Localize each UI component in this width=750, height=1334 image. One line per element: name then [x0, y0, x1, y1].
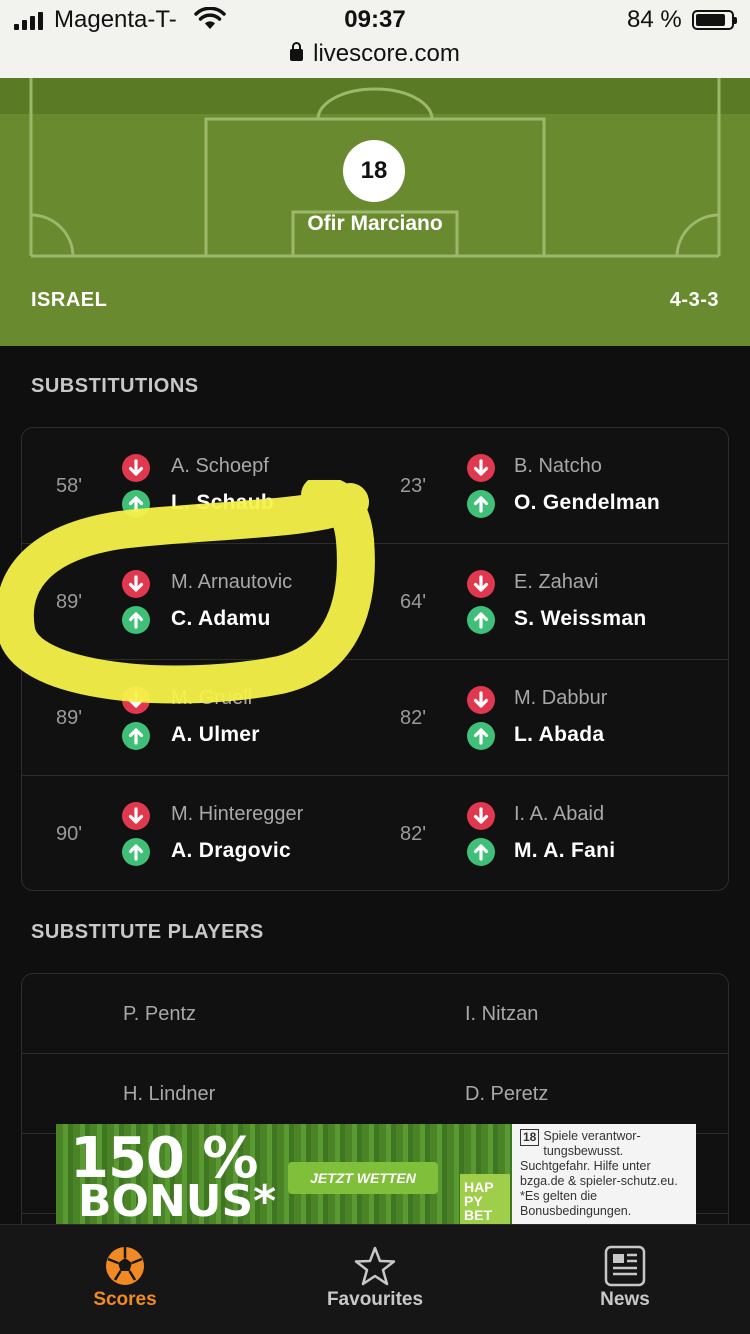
player-out-name: E. Zahavi: [514, 571, 599, 593]
substitution-minute: 89': [56, 707, 83, 729]
ad-disclaimer-text: Spiele verantwor-tungsbewusst. Suchtgefa…: [520, 1129, 678, 1218]
player-in-name: L. Schaub: [171, 491, 275, 514]
battery-percentage: 84 %: [627, 6, 682, 33]
formation: 4-3-3: [669, 289, 719, 311]
player-in-name: S. Weissman: [514, 607, 647, 630]
substitution-right[interactable]: 64' E. Zahavi S. Weissman: [376, 544, 728, 660]
player-out-name: B. Natcho: [514, 455, 602, 477]
sub-out-icon: [467, 686, 495, 714]
ad-logo: HAP PY BET: [460, 1174, 510, 1224]
sub-out-icon: [467, 570, 495, 598]
substitute-player-name[interactable]: I. Nitzan: [465, 1003, 538, 1026]
sub-in-icon: [467, 490, 495, 518]
team-name: ISRAEL: [31, 289, 108, 311]
player-out-name: M. Arnautovic: [171, 571, 293, 593]
player-in-name: A. Dragovic: [171, 839, 291, 862]
sub-in-icon: [122, 606, 150, 634]
substitution-left[interactable]: 89' M. Arnautovic C. Adamu: [22, 544, 376, 660]
goalkeeper-name[interactable]: Ofir Marciano: [0, 212, 750, 236]
news-icon: [604, 1245, 646, 1287]
lock-icon: [290, 42, 304, 61]
substitute-players-heading: SUBSTITUTE PLAYERS: [31, 921, 264, 943]
substitution-left[interactable]: 89' M. Gruell A. Ulmer: [22, 660, 376, 776]
substitution-minute: 82': [400, 707, 427, 729]
substitution-right[interactable]: 82' I. A. Abaid M. A. Fani: [376, 776, 728, 890]
substitution-minute: 58': [56, 475, 83, 497]
substitution-minute: 23': [400, 475, 427, 497]
tab-scores[interactable]: Scores: [0, 1225, 250, 1334]
sub-in-icon: [467, 838, 495, 866]
ad-bonus-word: BONUS*: [78, 1176, 277, 1224]
ad-banner[interactable]: 150 % BONUS* JETZT WETTEN HAP PY BET 18 S…: [56, 1124, 696, 1224]
substitution-right[interactable]: 23' B. Natcho O. Gendelman: [376, 428, 728, 544]
substitute-player-name[interactable]: P. Pentz: [123, 1003, 196, 1026]
sub-out-icon: [122, 570, 150, 598]
substitution-minute: 64': [400, 591, 427, 613]
substitution-row: 89' M. Arnautovic C. Adamu 64' E. Zahavi S. W…: [22, 544, 728, 660]
url-text: livescore.com: [313, 40, 460, 67]
player-in-name: C. Adamu: [171, 607, 271, 630]
tab-scores-label: Scores: [93, 1289, 157, 1310]
substitute-row: P. Pentz I. Nitzan: [22, 974, 728, 1054]
substitute-player-name[interactable]: D. Peretz: [465, 1083, 548, 1106]
sub-out-icon: [467, 454, 495, 482]
tab-favourites-label: Favourites: [326, 1289, 424, 1310]
address-bar[interactable]: livescore.com: [0, 40, 750, 68]
sub-out-icon: [122, 686, 150, 714]
substitutions-heading: SUBSTITUTIONS: [31, 375, 199, 397]
sub-in-icon: [467, 722, 495, 750]
football-icon: [106, 1247, 144, 1285]
goalkeeper-number[interactable]: 18: [343, 140, 405, 202]
sub-in-icon: [122, 722, 150, 750]
tab-news-label: News: [600, 1289, 650, 1310]
player-in-name: A. Ulmer: [171, 723, 260, 746]
star-icon: [354, 1246, 396, 1286]
status-bar: Magenta-T- 09:37 84 % livescore.com: [0, 0, 750, 78]
substitution-minute: 89': [56, 591, 83, 613]
substitution-row: 58' A. Schoepf L. Schaub 23' B. Natcho O. Gen…: [22, 428, 728, 544]
player-out-name: M. Dabbur: [514, 687, 608, 709]
substitute-row: H. Lindner D. Peretz: [22, 1054, 728, 1134]
player-in-name: L. Abada: [514, 723, 605, 746]
sub-in-icon: [467, 606, 495, 634]
substitution-minute: 90': [56, 823, 83, 845]
substitution-row: 89' M. Gruell A. Ulmer 82' M. Dabbur L. Abada: [22, 660, 728, 776]
battery-icon: [692, 10, 737, 30]
sub-out-icon: [122, 802, 150, 830]
ad-disclaimer: 18 Spiele verantwor-tungsbewusst. Suchtge…: [512, 1124, 696, 1224]
sub-out-icon: [122, 454, 150, 482]
substitute-player-name[interactable]: H. Lindner: [123, 1083, 215, 1106]
player-in-name: M. A. Fani: [514, 839, 616, 862]
substitution-right[interactable]: 82' M. Dabbur L. Abada: [376, 660, 728, 776]
player-out-name: A. Schoepf: [171, 455, 269, 477]
substitution-minute: 82': [400, 823, 427, 845]
substitutions-card: 58' A. Schoepf L. Schaub 23' B. Natcho O. Gen…: [21, 427, 729, 891]
age-restriction-badge: 18: [520, 1129, 540, 1146]
tab-news[interactable]: News: [500, 1225, 750, 1334]
substitution-left[interactable]: 58' A. Schoepf L. Schaub: [22, 428, 376, 544]
substitution-left[interactable]: 90' M. Hinteregger A. Dragovic: [22, 776, 376, 890]
player-in-name: O. Gendelman: [514, 491, 660, 514]
player-out-name: I. A. Abaid: [514, 803, 605, 825]
bottom-tab-bar: Scores Favourites News: [0, 1224, 750, 1334]
tab-favourites[interactable]: Favourites: [250, 1225, 500, 1334]
player-out-name: M. Gruell: [171, 687, 253, 709]
lineup-pitch: 18 Ofir Marciano ISRAEL 4-3-3: [0, 78, 750, 346]
ad-cta-button[interactable]: JETZT WETTEN: [288, 1162, 438, 1194]
sub-in-icon: [122, 838, 150, 866]
sub-in-icon: [122, 490, 150, 518]
substitution-row: 90' M. Hinteregger A. Dragovic 82' I. A. Aba…: [22, 776, 728, 890]
player-out-name: M. Hinteregger: [171, 803, 304, 825]
sub-out-icon: [467, 802, 495, 830]
